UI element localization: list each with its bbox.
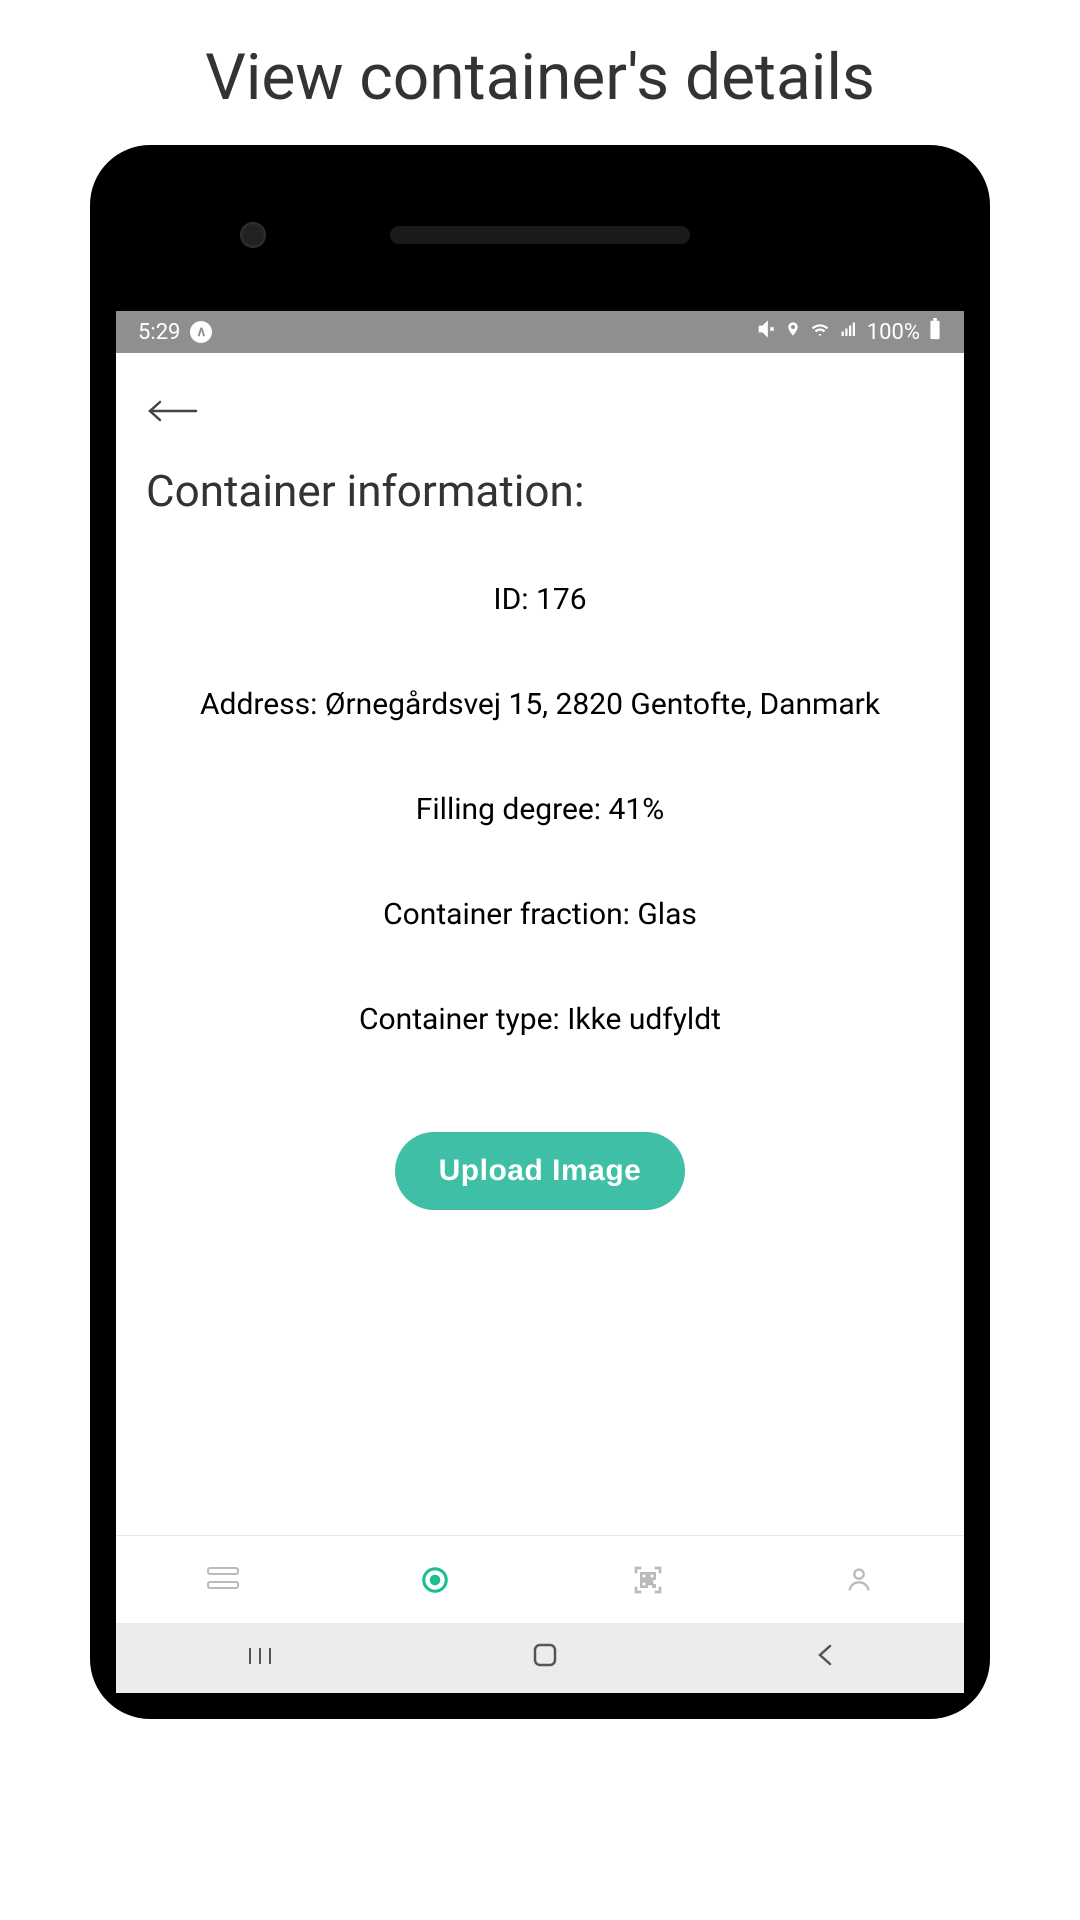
person-icon bbox=[845, 1564, 873, 1596]
fraction-value: Glas bbox=[637, 897, 697, 932]
nav-scan[interactable] bbox=[632, 1564, 664, 1596]
nav-list[interactable] bbox=[207, 1567, 239, 1593]
sys-recents[interactable] bbox=[245, 1642, 275, 1675]
battery-percent: 100% bbox=[867, 320, 920, 345]
sys-back[interactable] bbox=[815, 1642, 835, 1675]
container-address-row: Address: Ørnegårdsvej 15, 2820 Gentofte,… bbox=[116, 652, 964, 757]
container-id-row: ID: 176 bbox=[116, 547, 964, 652]
sys-home[interactable] bbox=[532, 1642, 558, 1675]
speaker-grille bbox=[390, 226, 690, 244]
mute-icon bbox=[757, 319, 777, 345]
type-value: Ikke udfyldt bbox=[567, 1002, 721, 1037]
id-label: ID: bbox=[493, 582, 528, 617]
phone-frame: 5:29 ∧ 100% bbox=[90, 145, 990, 1719]
system-nav bbox=[116, 1623, 964, 1693]
status-app-icon: ∧ bbox=[190, 321, 212, 343]
address-label: Address: bbox=[200, 687, 317, 722]
filling-value: 41% bbox=[609, 792, 665, 827]
list-icon bbox=[207, 1567, 239, 1593]
container-filling-row: Filling degree: 41% bbox=[116, 757, 964, 862]
type-label: Container type: bbox=[359, 1002, 560, 1037]
nav-location[interactable] bbox=[420, 1565, 450, 1595]
upload-image-button[interactable]: Upload Image bbox=[395, 1132, 686, 1210]
address-value: Ørnegårdsvej 15, 2820 Gentofte, Danmark bbox=[325, 687, 880, 722]
location-status-icon bbox=[785, 319, 801, 345]
filling-label: Filling degree: bbox=[416, 792, 601, 827]
page-title: View container's details bbox=[0, 0, 1080, 145]
container-type-row: Container type: Ikke udfyldt bbox=[116, 967, 964, 1072]
battery-icon bbox=[928, 318, 942, 346]
qr-icon bbox=[632, 1564, 664, 1596]
container-fraction-row: Container fraction: Glas bbox=[116, 862, 964, 967]
phone-screen: 5:29 ∧ 100% bbox=[116, 311, 964, 1693]
back-button[interactable] bbox=[146, 383, 198, 435]
phone-bezel-top bbox=[110, 165, 970, 305]
screen-heading: Container information: bbox=[116, 455, 964, 547]
front-camera bbox=[240, 222, 266, 248]
signal-icon bbox=[839, 320, 859, 345]
wifi-icon bbox=[809, 320, 831, 345]
id-value: 176 bbox=[536, 582, 587, 617]
status-time: 5:29 bbox=[138, 320, 180, 345]
nav-profile[interactable] bbox=[845, 1564, 873, 1596]
location-icon bbox=[420, 1565, 450, 1595]
bottom-nav bbox=[116, 1535, 964, 1623]
fraction-label: Container fraction: bbox=[383, 897, 630, 932]
status-bar: 5:29 ∧ 100% bbox=[116, 311, 964, 353]
